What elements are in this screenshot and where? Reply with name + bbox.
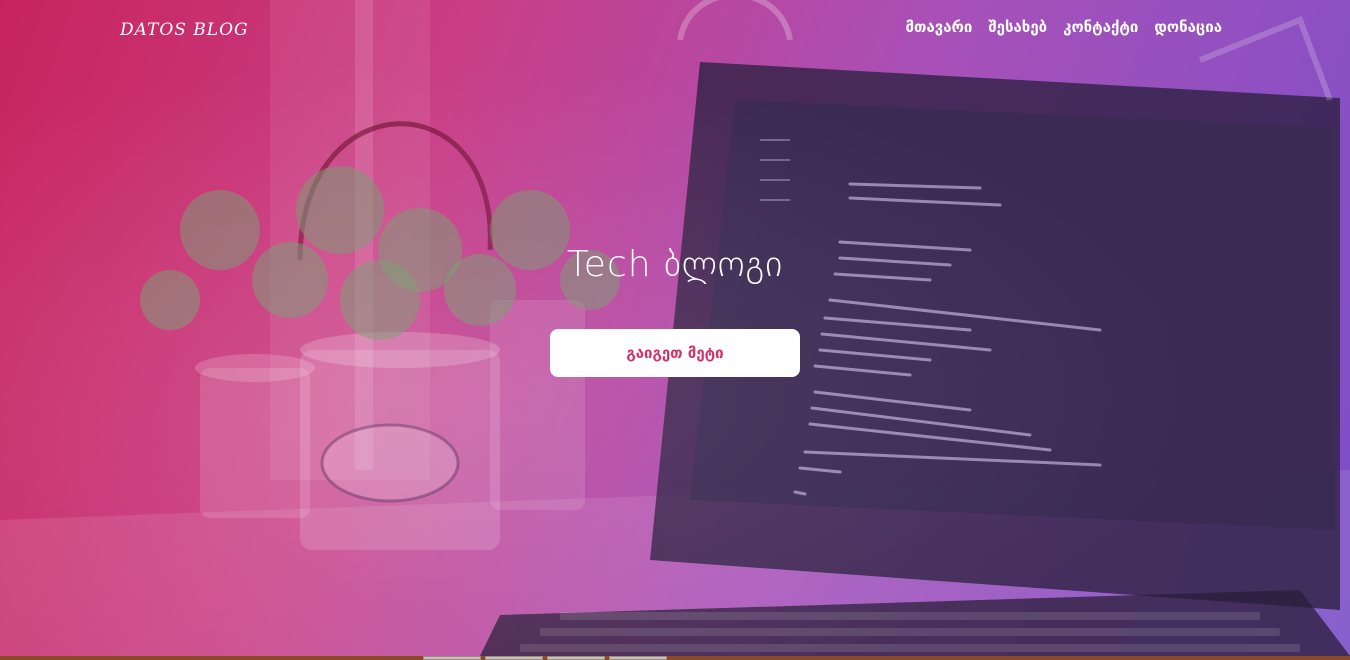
learn-more-button[interactable]: გაიგეთ მეტი [550, 329, 800, 377]
thumbnail[interactable] [485, 656, 543, 660]
bottom-thumbnails [423, 656, 667, 660]
nav-item-home[interactable]: მთავარი [906, 18, 973, 36]
hero-title: Tech ბლოგი [566, 244, 784, 285]
hero-section: DATOS BLOG მთავარი შესახებ კონტაქტი დონა… [0, 0, 1350, 656]
thumbnail[interactable] [609, 656, 667, 660]
bottom-strip [0, 656, 1350, 660]
thumbnail[interactable] [423, 656, 481, 660]
site-logo[interactable]: DATOS BLOG [120, 20, 249, 40]
nav-item-about[interactable]: შესახებ [988, 18, 1047, 36]
nav-item-contact[interactable]: კონტაქტი [1063, 18, 1138, 36]
hero-background-image [0, 0, 1350, 656]
nav-item-donation[interactable]: დონაცია [1154, 18, 1222, 36]
thumbnail[interactable] [547, 656, 605, 660]
main-nav: მთავარი შესახებ კონტაქტი დონაცია [906, 18, 1222, 36]
